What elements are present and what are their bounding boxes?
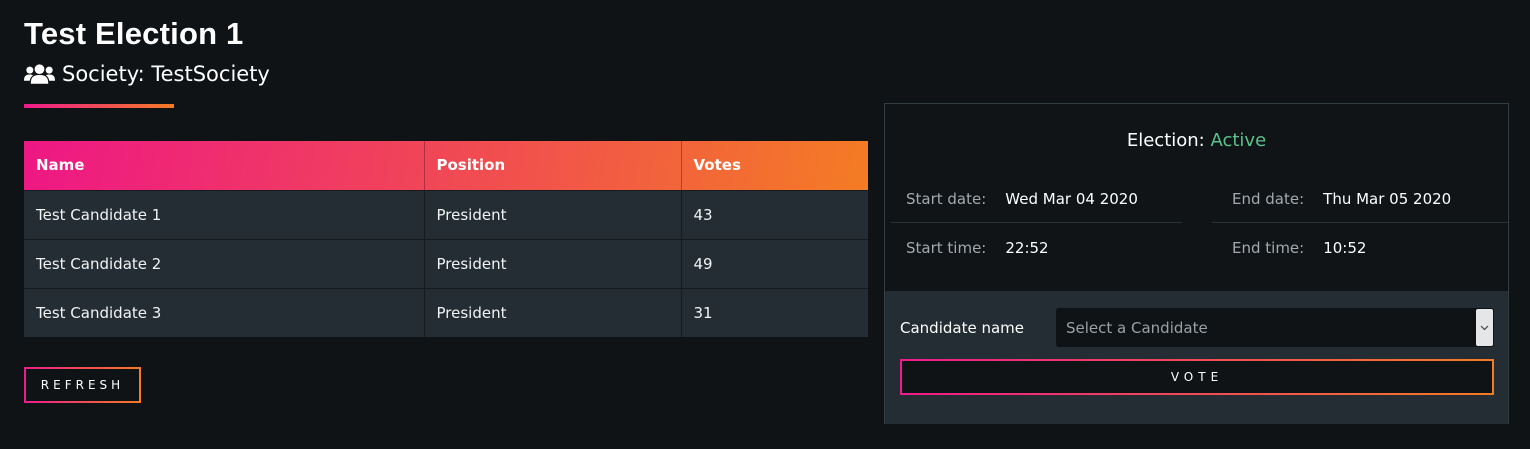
start-date-value: Wed Mar 04 2020 xyxy=(1005,190,1138,208)
election-panel: Election: Active Start date: Wed Mar 04 … xyxy=(884,103,1509,424)
table-row: Test Candidate 2 President 49 xyxy=(24,238,868,288)
candidate-votes-cell: 31 xyxy=(681,287,868,337)
candidate-votes-cell: 43 xyxy=(681,189,868,239)
candidate-name-label: Candidate name xyxy=(900,319,1024,337)
column-header-votes: Votes xyxy=(693,156,741,175)
society-heading: Society: TestSociety xyxy=(24,62,270,86)
refresh-button[interactable]: REFRESH xyxy=(24,367,141,403)
column-header-name: Name xyxy=(24,141,425,190)
candidates-table: Name Position Votes Test Candidate 1 Pre… xyxy=(24,141,868,337)
users-icon xyxy=(24,64,55,84)
candidate-position-cell: President xyxy=(424,287,682,337)
end-time-label: End time: xyxy=(1232,239,1305,257)
candidate-position-cell: President xyxy=(424,189,682,239)
dropdown-toggle[interactable] xyxy=(1476,309,1493,346)
candidate-name-cell: Test Candidate 3 xyxy=(24,287,425,337)
election-status-value: Active xyxy=(1210,130,1267,151)
candidate-select[interactable]: Select a Candidate xyxy=(1056,308,1494,347)
end-date-label: End date: xyxy=(1232,190,1305,208)
accent-divider xyxy=(24,104,174,108)
end-date-row: End date: Thu Mar 05 2020 xyxy=(1232,190,1451,208)
table-header-row: Name Position Votes xyxy=(24,141,868,190)
election-status: Election: Active xyxy=(885,130,1508,151)
society-label: Society: TestSociety xyxy=(62,62,270,86)
start-time-label: Start time: xyxy=(906,239,987,257)
start-time-row: Start time: 22:52 xyxy=(906,239,1049,257)
start-date-row: Start date: Wed Mar 04 2020 xyxy=(906,190,1138,208)
chevron-down-icon xyxy=(1480,325,1489,330)
candidate-select-placeholder: Select a Candidate xyxy=(1066,318,1208,337)
candidate-position-cell: President xyxy=(424,238,682,288)
column-header-position: Position xyxy=(424,141,682,190)
table-row: Test Candidate 1 President 43 xyxy=(24,189,868,239)
info-divider-left xyxy=(891,222,1182,223)
end-time-value: 10:52 xyxy=(1323,239,1367,257)
start-time-value: 22:52 xyxy=(1005,239,1049,257)
candidate-name-cell: Test Candidate 2 xyxy=(24,238,425,288)
candidate-votes-cell: 49 xyxy=(681,238,868,288)
vote-form: Candidate name Select a Candidate VOTE xyxy=(885,291,1508,424)
page-title: Test Election 1 xyxy=(24,16,244,51)
start-date-label: Start date: xyxy=(906,190,987,208)
info-divider-right xyxy=(1212,222,1508,223)
table-row: Test Candidate 3 President 31 xyxy=(24,287,868,337)
vote-button[interactable]: VOTE xyxy=(900,359,1494,395)
end-date-value: Thu Mar 05 2020 xyxy=(1323,190,1452,208)
election-status-prefix: Election: xyxy=(1126,130,1211,151)
end-time-row: End time: 10:52 xyxy=(1232,239,1366,257)
candidate-name-cell: Test Candidate 1 xyxy=(24,189,425,239)
